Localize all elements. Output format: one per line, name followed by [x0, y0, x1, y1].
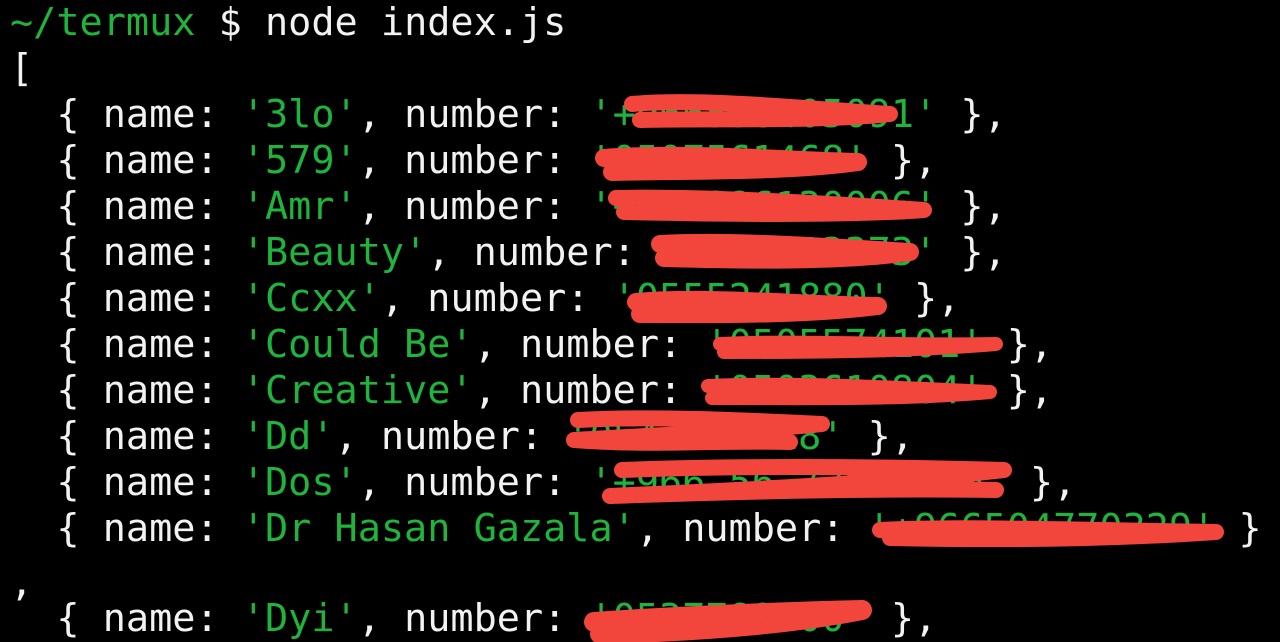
redaction-mark — [627, 290, 887, 324]
redaction-mark — [701, 377, 997, 406]
redaction-mark — [624, 94, 898, 128]
redaction-mark — [608, 189, 932, 222]
redaction-mark — [584, 600, 872, 642]
redaction-mark — [602, 459, 1012, 504]
terminal-window: ~/termux $ node index.js [ { name: '3lo'… — [0, 0, 1280, 642]
redaction-mark — [713, 335, 1003, 359]
redaction-mark — [872, 520, 1224, 548]
redaction-mark — [595, 146, 867, 181]
redaction-scribbles — [566, 94, 1224, 642]
redaction-mark — [651, 233, 919, 269]
redaction-mark — [566, 410, 830, 451]
